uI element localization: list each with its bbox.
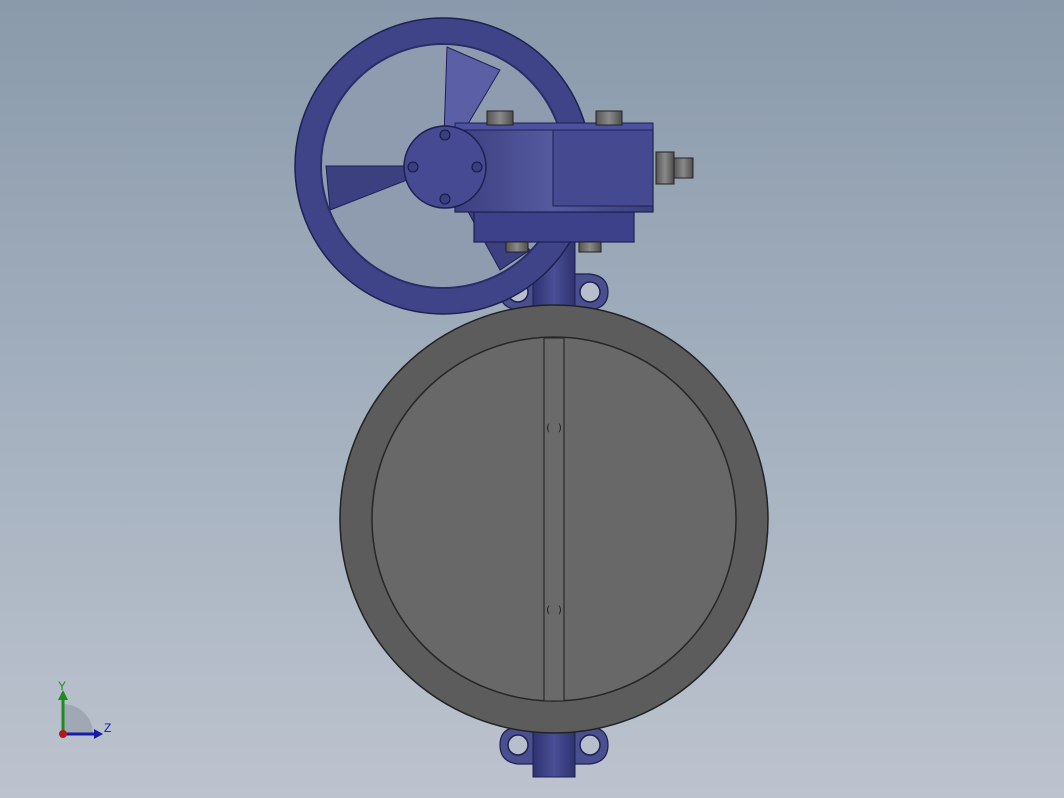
z-axis-label: Z [104, 721, 112, 735]
coordinate-triad: Y Z [50, 676, 120, 746]
y-axis-label: Y [58, 679, 67, 693]
origin-dot [59, 730, 67, 738]
butterfly-valve-model[interactable]: ( ) ( ) [0, 0, 1064, 798]
svg-text:( ): ( ) [545, 605, 563, 616]
svg-text:( ): ( ) [545, 423, 563, 434]
valve-disc-stem: ( ) ( ) [543, 337, 565, 702]
bottom-stem [499, 726, 609, 778]
graphics-viewport[interactable]: ( ) ( ) Y Z [0, 0, 1064, 798]
